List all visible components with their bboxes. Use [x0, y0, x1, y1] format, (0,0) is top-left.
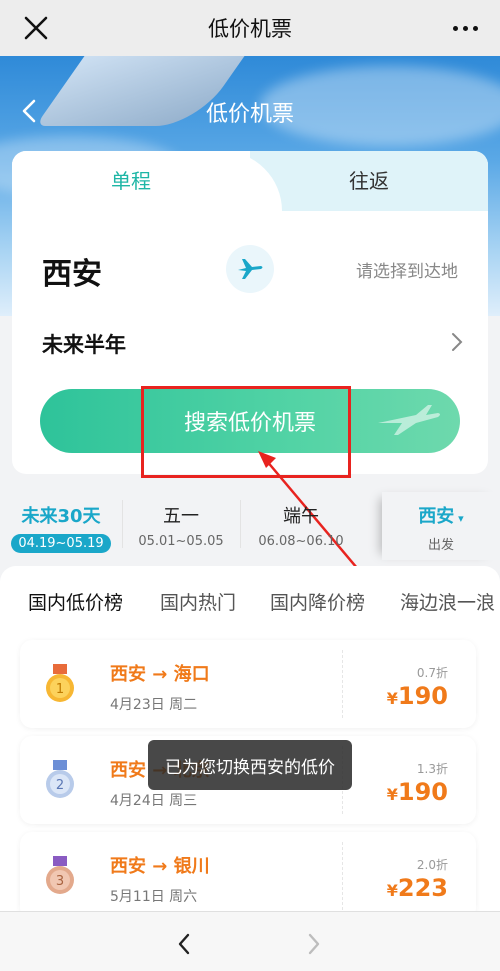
gold-medal-icon: 1 [46, 664, 74, 702]
medal-rank: 1 [56, 682, 64, 697]
tab-domestic-cheap[interactable]: 国内低价榜 [28, 588, 123, 619]
bronze-medal-icon: 3 [46, 856, 74, 894]
highlight-box [141, 386, 351, 478]
more-icon[interactable] [453, 26, 478, 31]
deal-item[interactable]: 1 西安 → 海口 4月23日 周二 0.7折 ¥190 [20, 640, 476, 728]
origin-city[interactable]: 西安 [42, 249, 102, 293]
deal-item[interactable]: 3 西安 → 银川 5月11日 周六 2.0折 ¥223 [20, 832, 476, 920]
medal-rank: 2 [56, 778, 64, 793]
toast-message: 已为您切换西安的低价 [148, 740, 352, 790]
tab-seaside[interactable]: 海边浪一浪 [400, 588, 495, 615]
tab-domestic-popular[interactable]: 国内热门 [160, 588, 236, 615]
medal-rank: 3 [56, 874, 64, 889]
close-icon[interactable] [22, 14, 50, 42]
deal-date: 4月24日 周三 [110, 793, 198, 809]
tab-price-drop[interactable]: 国内降价榜 [270, 588, 365, 615]
deal-price: ¥223 [386, 874, 448, 902]
date-options: 未来30天 04.19~05.19 五一 05.01~05.05 端午 06.0… [0, 492, 500, 560]
deal-price: ¥190 [386, 778, 448, 806]
deal-price: ¥190 [386, 682, 448, 710]
tab-one-way[interactable]: 单程 [12, 151, 250, 211]
swap-cities-button[interactable] [226, 245, 274, 293]
date-option-dragon-boat[interactable]: 端午 06.08~06.10 [240, 492, 362, 560]
deal-date: 5月11日 周六 [110, 889, 198, 905]
trip-type-tabs: 单程 往返 [12, 151, 488, 211]
date-option-next30[interactable]: 未来30天 04.19~05.19 [0, 492, 122, 560]
deal-date: 4月23日 周二 [110, 697, 198, 713]
ranking-tabs: 国内低价榜 国内热门 国内降价榜 海边浪一浪 [0, 566, 500, 630]
airplane-icon [238, 259, 263, 279]
forward-arrow-icon[interactable] [305, 932, 323, 956]
top-bar: 低价机票 [0, 0, 500, 56]
destination-field[interactable]: 请选择到达地 [356, 257, 458, 282]
bottom-nav [0, 911, 500, 971]
back-arrow-icon[interactable] [175, 932, 193, 956]
departure-city-selector[interactable]: 西安 ▾ 出发 [382, 492, 500, 560]
deal-discount: 2.0折 [416, 858, 448, 872]
date-option-may-day[interactable]: 五一 05.01~05.05 [122, 492, 240, 560]
deal-discount: 0.7折 [416, 666, 448, 680]
travel-period[interactable]: 未来半年 [42, 329, 126, 359]
page-title: 低价机票 [205, 102, 294, 127]
deal-route: 西安 → 海口 [110, 664, 210, 685]
silver-medal-icon: 2 [46, 760, 74, 798]
tab-round-trip[interactable]: 往返 [250, 151, 488, 211]
airplane-decoration-icon [378, 405, 440, 435]
deal-discount: 1.3折 [416, 762, 448, 776]
chevron-right-icon[interactable] [450, 331, 464, 353]
deal-route: 西安 → 银川 [110, 856, 210, 877]
window-title: 低价机票 [208, 17, 292, 41]
caret-down-icon: ▾ [454, 512, 464, 525]
